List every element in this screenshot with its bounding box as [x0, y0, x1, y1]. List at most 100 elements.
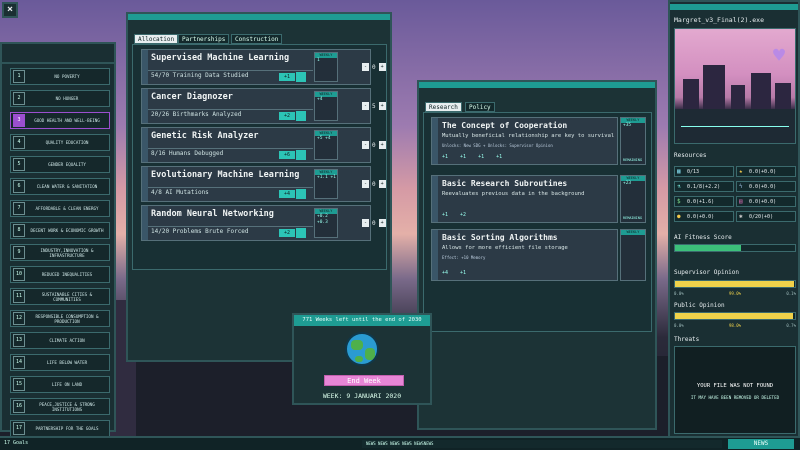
project-allocation-stepper[interactable]: -0 +	[362, 140, 402, 150]
project-allocation-stepper[interactable]: -0 +	[362, 179, 402, 189]
increment-button[interactable]: +	[378, 219, 386, 227]
goal-number: 4	[13, 136, 25, 149]
research-side-handle[interactable]	[432, 118, 438, 164]
increment-button[interactable]: +	[378, 63, 386, 71]
research-side-handle[interactable]	[432, 230, 438, 280]
project-card[interactable]: Cancer Diagnozer 20/26 Birthmarks Analyze…	[141, 88, 386, 124]
bottom-bar: 17 Goals NEWS NEWS NEWS NEWS NEWSNEWS NE…	[0, 436, 800, 450]
goal-number: 13	[13, 334, 25, 347]
goal-item[interactable]: 3 GOOD HEALTH AND WELL-BEING	[10, 112, 110, 129]
allocation-count: 0	[372, 219, 376, 227]
supervisor-opinion-meter	[674, 280, 796, 288]
tab-partnerships[interactable]: Partnerships	[178, 34, 230, 44]
goal-item[interactable]: 13 CLIMATE ACTION	[10, 332, 110, 349]
research-card[interactable]: Basic Research Subroutines Reevaluates pr…	[431, 175, 618, 223]
resource-value: 0.0(+1.6)	[687, 199, 715, 205]
goal-item[interactable]: 16 PEACE,JUSTICE & STRONG INSTITUTIONS	[10, 398, 110, 415]
project-allocation-stepper[interactable]: -0 +	[362, 218, 402, 228]
research-effect: Unlocks: New SDG + Unlocks: Supervisor O…	[442, 143, 553, 148]
increment-button[interactable]: +	[378, 102, 386, 110]
goal-label: LIFE BELOW WATER	[46, 360, 88, 365]
goal-item[interactable]: 5 GENDER EQUALITY	[10, 156, 110, 173]
project-weekly-box: WEEKLY 1	[314, 52, 338, 82]
project-progress: 14/20 Problems Brute Forced	[151, 228, 249, 235]
status-title-bar	[670, 4, 798, 10]
project-weekly-box: WEEKLY +1.1 +1	[314, 169, 338, 199]
goal-label: NO HUNGER	[55, 96, 79, 101]
resource-box: ▤ 0.0(+0.0)	[736, 196, 796, 207]
goal-label: CLIMATE ACTION	[49, 338, 85, 343]
decrement-button[interactable]: -	[362, 180, 369, 188]
goal-item[interactable]: 15 LIFE ON LAND	[10, 376, 110, 393]
goal-item[interactable]: 11 SUSTAINABLE CITIES & COMMUNITIES	[10, 288, 110, 305]
end-week-dialog: 771 Weeks left until the end of 2030 End…	[292, 313, 432, 405]
threat-detail: IT MAY HAVE BEEN REMOVED OR DELETED	[690, 395, 780, 400]
research-side-handle[interactable]	[432, 176, 438, 222]
allocation-title-bar[interactable]	[128, 14, 390, 20]
goal-item[interactable]: 4 QUALITY EDUCATION	[10, 134, 110, 151]
goal-number: 14	[13, 356, 25, 369]
goal-item[interactable]: 14 LIFE BELOW WATER	[10, 354, 110, 371]
project-card[interactable]: Random Neural Networking 14/20 Problems B…	[141, 205, 386, 241]
project-card[interactable]: Genetic Risk Analyzer 8/16 Humans Debugge…	[141, 127, 386, 163]
goal-number: 3	[13, 114, 25, 127]
research-costs: +4 +1	[442, 270, 466, 276]
research-cost: +1	[442, 154, 449, 160]
goal-item[interactable]: 2 NO HUNGER	[10, 90, 110, 107]
research-costs: +1 +1 +1 +1	[442, 154, 502, 160]
decrement-button[interactable]: -	[362, 141, 369, 149]
resource-value: 0.0(+0.0)	[749, 184, 777, 190]
news-button[interactable]: NEWS	[728, 439, 794, 449]
project-card[interactable]: Evolutionary Machine Learning 4/8 AI Muta…	[141, 166, 386, 202]
research-title-bar[interactable]	[419, 82, 655, 88]
project-weekly-value: +4	[317, 97, 323, 102]
goal-item[interactable]: 17 PARTNERSHIP FOR THE GOALS	[10, 420, 110, 437]
tab-research[interactable]: Research	[425, 102, 462, 112]
goal-item[interactable]: 9 INDUSTRY,INNOVATION & INFRASTRUCTURE	[10, 244, 110, 261]
research-weekly-value: +23	[623, 181, 632, 186]
project-weekly-value: +0.2 +0.3	[317, 214, 328, 225]
goal-item[interactable]: 10 REDUCED INEQUALITIES	[10, 266, 110, 283]
project-allocation-stepper[interactable]: -5 +	[362, 101, 402, 111]
project-progress: 54/70 Training Data Studied	[151, 72, 249, 79]
research-cost: +1	[496, 154, 503, 160]
goal-item[interactable]: 8 DECENT WORK & ECONOMIC GROWTH	[10, 222, 110, 239]
goal-item[interactable]: 6 CLEAN WATER & SANITATION	[10, 178, 110, 195]
goal-number: 2	[13, 92, 25, 105]
goal-item[interactable]: 7 AFFORDABLE & CLEAN ENERGY	[10, 200, 110, 217]
goal-label: CLEAN WATER & SANITATION	[36, 184, 98, 189]
goal-item[interactable]: 1 NO POVERTY	[10, 68, 110, 85]
decrement-button[interactable]: -	[362, 102, 369, 110]
decrement-button[interactable]: -	[362, 63, 369, 71]
goal-label: GENDER EQUALITY	[48, 162, 86, 167]
project-title: Cancer Diagnozer	[151, 92, 233, 102]
project-speed-chip: +2	[279, 112, 295, 120]
tab-construction[interactable]: Construction	[231, 34, 283, 44]
goal-item[interactable]: 12 RESPONSIBLE CONSUMPTION & PRODUCTION	[10, 310, 110, 327]
research-card[interactable]: Basic Sorting Algorithms Allows for more …	[431, 229, 618, 281]
tab-allocation[interactable]: Allocation	[134, 34, 179, 44]
research-card[interactable]: The Concept of Cooperation Mutually benef…	[431, 117, 618, 165]
goals-panel-header	[2, 44, 114, 64]
goal-label: NO POVERTY	[54, 74, 80, 79]
decrement-button[interactable]: -	[362, 219, 369, 227]
tab-policy[interactable]: Policy	[465, 102, 495, 112]
project-allocation-stepper[interactable]: -0 +	[362, 62, 402, 72]
research-cost: +2	[460, 212, 467, 218]
increment-button[interactable]: +	[378, 141, 386, 149]
research-list: The Concept of Cooperation Mutually benef…	[423, 112, 652, 332]
project-resource-icon	[296, 228, 306, 238]
increment-button[interactable]: +	[378, 180, 386, 188]
end-week-button[interactable]: End Week	[324, 375, 404, 386]
project-progress: 8/16 Humans Debugged	[151, 150, 224, 157]
research-description: Allows for more efficient file storage	[442, 245, 568, 251]
public-ticks: 0.0% 98.0% 0.7%	[674, 323, 796, 328]
project-speed-chip: +4	[279, 190, 295, 198]
fitness-title: AI Fitness Score	[674, 234, 732, 241]
close-button[interactable]: ×	[2, 2, 18, 18]
resource-value: 0.0(+0.0)	[687, 214, 715, 220]
project-card[interactable]: Supervised Machine Learning 54/70 Trainin…	[141, 49, 386, 85]
goal-number: 6	[13, 180, 25, 193]
memory-icon: ▦	[677, 168, 681, 175]
coin-icon: ●	[677, 213, 681, 220]
